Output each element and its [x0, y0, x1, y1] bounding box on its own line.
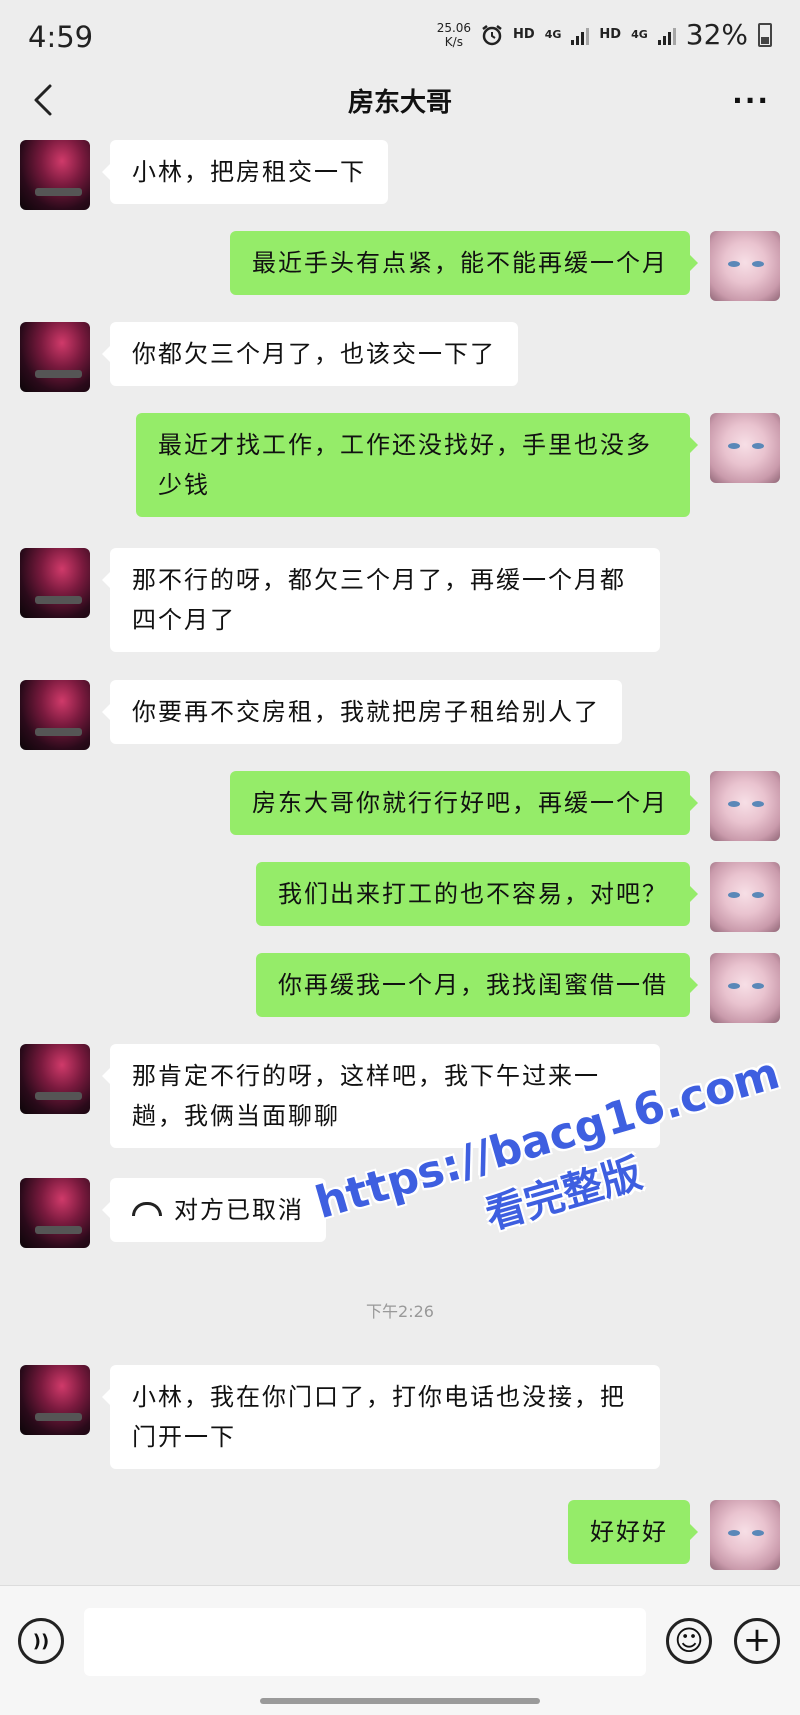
landlord-avatar[interactable]	[20, 140, 90, 210]
message-bubble[interactable]: 你再缓我一个月，我找闺蜜借一借	[256, 953, 698, 1017]
landlord-avatar[interactable]	[20, 1178, 90, 1248]
network-type-2: 4G	[631, 28, 648, 41]
status-indicators: 25.06 K/s HD 4G HD 4G 32%	[437, 18, 772, 51]
emoji-icon[interactable]: ☺	[666, 1618, 712, 1664]
alarm-icon	[482, 24, 502, 45]
my-avatar[interactable]	[710, 771, 780, 841]
my-avatar[interactable]	[710, 862, 780, 932]
chat-header: 房东大哥 ···	[0, 70, 800, 130]
landlord-avatar[interactable]	[20, 548, 90, 618]
phone-hangup-icon	[132, 1202, 162, 1216]
battery-icon	[758, 22, 772, 47]
landlord-avatar[interactable]	[20, 322, 90, 392]
message-bubble[interactable]: 你要再不交房租，我就把房子租给别人了	[102, 680, 622, 744]
battery-percent: 32%	[685, 18, 748, 51]
network-type: 4G	[544, 28, 562, 41]
more-icon[interactable]: ···	[732, 84, 770, 117]
signal-icon	[571, 25, 590, 45]
status-bar: 4:59 25.06 K/s HD 4G HD 4G 32%	[0, 0, 800, 70]
status-time: 4:59	[28, 20, 94, 54]
landlord-avatar[interactable]	[20, 680, 90, 750]
message-bubble[interactable]: 那不行的呀，都欠三个月了，再缓一个月都四个月了	[102, 548, 660, 652]
my-avatar[interactable]	[710, 231, 780, 301]
message-bubble[interactable]: 小林，把房租交一下	[102, 140, 388, 204]
message-bubble[interactable]: 你都欠三个月了，也该交一下了	[102, 322, 518, 386]
message-bubble[interactable]: 最近手头有点紧，能不能再缓一个月	[230, 231, 698, 295]
home-indicator[interactable]	[260, 1698, 540, 1704]
my-avatar[interactable]	[710, 413, 780, 483]
time-divider: 下午2:26	[366, 1302, 434, 1321]
landlord-avatar[interactable]	[20, 1365, 90, 1435]
message-bubble[interactable]: 小林，我在你门口了，打你电话也没接，把门开一下	[102, 1365, 660, 1469]
my-avatar[interactable]	[710, 953, 780, 1023]
message-bubble[interactable]: 好好好	[568, 1500, 698, 1564]
message-bubble[interactable]: 最近才找工作，工作还没找好，手里也没多少钱	[136, 413, 698, 517]
call-status-text: 对方已取消	[174, 1196, 304, 1224]
my-avatar[interactable]	[710, 1500, 780, 1570]
voice-icon[interactable]: ))	[18, 1618, 64, 1664]
hd-badge-2: HD	[599, 27, 622, 42]
message-bubble[interactable]: 我们出来打工的也不容易，对吧？	[256, 862, 698, 926]
landlord-avatar[interactable]	[20, 1044, 90, 1114]
call-record-bubble[interactable]: 对方已取消	[102, 1178, 326, 1242]
input-bar: )) ☺ +	[0, 1585, 800, 1715]
chat-title: 房东大哥	[347, 88, 452, 118]
network-speed: 25.06 K/s	[436, 20, 472, 49]
hd-badge: HD	[513, 27, 535, 42]
message-bubble[interactable]: 房东大哥你就行行好吧，再缓一个月	[230, 771, 698, 835]
signal-icon-2	[657, 25, 676, 45]
message-input[interactable]	[84, 1608, 646, 1676]
plus-icon[interactable]: +	[734, 1618, 780, 1664]
